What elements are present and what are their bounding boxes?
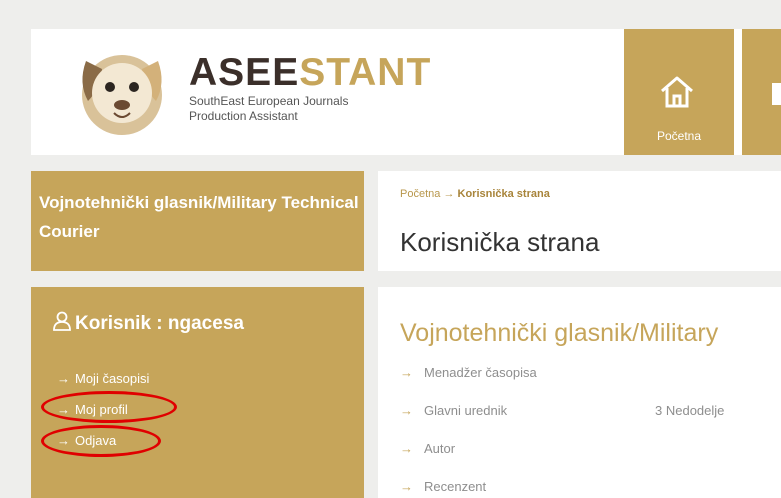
logo-title: ASEESTANT <box>189 53 431 93</box>
user-panel: Korisnik : ngacesa → Moji časopisi → Moj p… <box>31 287 364 498</box>
menu-item-moj-profil[interactable]: → Moj profil <box>57 394 149 425</box>
user-title-text: Korisnik : ngacesa <box>75 313 244 334</box>
menu-item-label: Moji časopisi <box>75 371 150 386</box>
nav-home-button[interactable]: Početna <box>624 29 734 155</box>
journal-heading[interactable]: Vojnotehnički glasnik/Military <box>400 319 718 348</box>
role-label: Autor <box>424 441 456 456</box>
content-main: Vojnotehnički glasnik/Military → Menadžer… <box>378 287 781 498</box>
logo-text[interactable]: ASEESTANT SouthEast European Journals Pr… <box>189 53 431 123</box>
journal-title[interactable]: Vojnotehnički glasnik/Military Technical… <box>39 188 359 246</box>
logo-subtitle-line2: Production Assistant <box>189 109 298 123</box>
nav-next-button[interactable] <box>742 29 781 155</box>
breadcrumb-home[interactable]: Početna <box>400 188 440 200</box>
menu-item-label: Odjava <box>75 433 117 448</box>
menu-item-moji-casopisi[interactable]: → Moji časopisi <box>57 363 149 394</box>
arrow-right-icon: → <box>57 433 70 448</box>
role-list: → Menadžer časopisa → Glavni urednik 3 Nedo… <box>400 365 724 498</box>
role-item-glavni-urednik[interactable]: → Glavni urednik 3 Nedodelje <box>400 403 724 441</box>
page-header-box: Početna → Korisnička strana Korisnička s… <box>378 171 781 271</box>
arrow-right-icon: → <box>57 371 70 386</box>
logo-title-dark: ASEE <box>189 51 300 94</box>
journal-title-box[interactable]: Vojnotehnički glasnik/Military Technical… <box>31 171 364 271</box>
nav-next-icon <box>772 83 781 105</box>
site-header: ASEESTANT SouthEast European Journals Pr… <box>31 29 781 155</box>
menu-item-label: Moj profil <box>75 402 128 417</box>
menu-item-odjava[interactable]: → Odjava <box>57 425 149 456</box>
breadcrumb-current: Korisnička strana <box>457 188 550 200</box>
dog-logo-icon[interactable] <box>76 45 168 137</box>
breadcrumb: Početna → Korisnička strana <box>400 188 550 200</box>
role-label: Recenzent <box>424 479 487 494</box>
role-item-menadzer[interactable]: → Menadžer časopisa <box>400 365 537 403</box>
nav-home-label: Početna <box>656 129 702 143</box>
logo-title-light: STANT <box>299 51 432 94</box>
user-title: Korisnik : ngacesa <box>53 311 244 335</box>
user-menu: → Moji časopisi → Moj profil → Odjava <box>57 363 149 456</box>
logo-subtitle-line1: SouthEast European Journals <box>189 94 349 108</box>
role-count[interactable]: 3 Nedodelje <box>655 403 724 418</box>
home-icon <box>658 73 696 111</box>
role-item-recenzent[interactable]: → Recenzent <box>400 479 537 498</box>
role-label: Menadžer časopisa <box>424 365 537 380</box>
arrow-right-icon: → <box>400 365 413 380</box>
breadcrumb-arrow-icon: → <box>443 188 458 200</box>
arrow-right-icon: → <box>400 403 413 418</box>
user-icon <box>53 311 71 331</box>
role-item-autor[interactable]: → Autor <box>400 441 537 479</box>
page-title: Korisnička strana <box>400 227 600 257</box>
arrow-right-icon: → <box>400 441 413 456</box>
arrow-right-icon: → <box>400 479 413 494</box>
role-label: Glavni urednik <box>424 403 508 418</box>
arrow-right-icon: → <box>57 402 70 417</box>
